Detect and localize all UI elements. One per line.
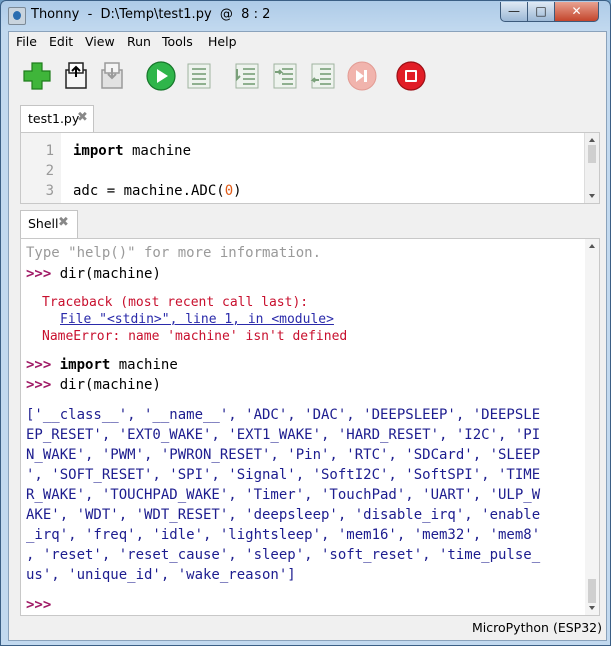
prompt: >>> <box>26 597 52 613</box>
menu-file[interactable]: File <box>16 34 37 49</box>
resume-icon[interactable] <box>346 60 378 92</box>
close-tab-icon[interactable]: ✖ <box>58 215 69 230</box>
menu-tools[interactable]: Tools <box>162 34 193 49</box>
traceback-file-link[interactable]: File "<stdin>", line 1, in <module> <box>60 312 334 327</box>
error-message: NameError: name 'machine' isn't defined <box>42 329 348 344</box>
shell-scrollbar[interactable] <box>585 239 599 615</box>
shell-console[interactable]: Type "help()" for more information. >>> … <box>20 238 600 616</box>
code-editor[interactable]: 1 2 3 import machine adc = machine.ADC(0… <box>20 132 600 204</box>
prompt: >>> <box>26 377 52 393</box>
line-number: 3 <box>45 183 54 199</box>
file-link[interactable]: File "<stdin>", line 1, in <module> <box>60 312 334 327</box>
code-text: ) <box>233 183 242 199</box>
output-line: ', 'SOFT_RESET', 'SPI', 'Signal', 'SoftI… <box>26 467 541 483</box>
command-text: machine <box>110 357 178 373</box>
code-line: adc = machine.ADC(0) <box>73 183 242 199</box>
new-file-icon[interactable] <box>21 60 53 92</box>
close-tab-icon[interactable]: ✖ <box>77 110 88 125</box>
thonny-window: Thonny - D:\Temp\test1.py @ 8 : 2 — □ ✕ … <box>0 0 611 646</box>
shell-tab-label: Shell <box>28 216 59 231</box>
editor-scrollbar[interactable] <box>584 133 599 203</box>
menu-help[interactable]: Help <box>208 34 237 49</box>
step-out-icon[interactable] <box>307 60 339 92</box>
output-line: R_WAKE', 'TOUCHPAD_WAKE', 'Timer', 'Touc… <box>26 487 541 503</box>
menu-view[interactable]: View <box>85 34 115 49</box>
command-text: dir(machine) <box>51 266 161 282</box>
step-over-icon[interactable] <box>231 60 263 92</box>
line-number: 2 <box>45 163 54 179</box>
line-number: 1 <box>45 143 54 159</box>
output-line: EP_RESET', 'EXT0_WAKE', 'EXT1_WAKE', 'HA… <box>26 427 541 443</box>
open-file-icon[interactable] <box>59 60 91 92</box>
window-title: Thonny - D:\Temp\test1.py @ 8 : 2 <box>31 7 271 22</box>
save-file-icon[interactable] <box>95 60 127 92</box>
shell-input-line[interactable]: >>> <box>26 597 51 613</box>
title-bar[interactable]: Thonny - D:\Temp\test1.py @ 8 : 2 — □ ✕ <box>1 1 610 31</box>
minimize-button[interactable]: — <box>500 2 528 22</box>
run-icon[interactable] <box>145 60 177 92</box>
keyword: import <box>59 357 111 373</box>
code-text: machine <box>123 143 192 159</box>
output-line: us', 'unique_id', 'wake_reason'] <box>26 567 296 583</box>
shell-line: >>> dir(machine) <box>26 377 161 393</box>
editor-tab-label: test1.py <box>28 111 80 126</box>
code-line: import machine <box>73 143 191 159</box>
line-number-gutter: 1 2 3 <box>21 133 61 203</box>
maximize-button[interactable]: □ <box>527 2 555 22</box>
output-line: _irq', 'freq', 'idle', 'lightsleep', 'me… <box>26 527 541 543</box>
shell-tab[interactable]: Shell ✖ <box>20 210 78 239</box>
output-line: AKE', 'WDT', 'WDT_RESET', 'deepsleep', '… <box>26 507 541 523</box>
output-line: , 'reset', 'reset_cause', 'sleep', 'soft… <box>26 547 541 563</box>
scroll-arrows-icon <box>588 138 596 198</box>
command-text: dir(machine) <box>51 377 161 393</box>
code-text: adc = machine.ADC( <box>73 183 225 199</box>
toolbar <box>9 54 606 98</box>
thonny-app-icon <box>8 7 26 25</box>
prompt: >>> <box>26 266 52 282</box>
shell-line: >>> dir(machine) <box>26 266 161 282</box>
stop-icon[interactable] <box>395 60 427 92</box>
prompt: >>> <box>26 357 52 373</box>
menu-run[interactable]: Run <box>127 34 151 49</box>
shell-line: >>> import machine <box>26 357 178 373</box>
keyword: import <box>73 143 124 159</box>
help-text: Type "help()" for more information. <box>26 245 322 261</box>
menu-bar: File Edit View Run Tools Help <box>9 32 606 52</box>
interpreter-status[interactable]: MicroPython (ESP32) <box>472 620 602 635</box>
editor-tab[interactable]: test1.py ✖ <box>20 105 94 132</box>
number-literal: 0 <box>224 183 234 199</box>
step-into-icon[interactable] <box>269 60 301 92</box>
close-button[interactable]: ✕ <box>554 2 599 22</box>
traceback-line: Traceback (most recent call last): <box>42 295 309 310</box>
debug-icon[interactable] <box>183 60 215 92</box>
client-area: File Edit View Run Tools Help test1.py ✖… <box>8 31 607 641</box>
menu-edit[interactable]: Edit <box>49 34 73 49</box>
output-line: N_WAKE', 'PWM', 'PWRON_RESET', 'Pin', 'R… <box>26 447 541 463</box>
output-line: ['__class__', '__name__', 'ADC', 'DAC', … <box>26 407 541 423</box>
scroll-arrows-icon <box>588 244 596 610</box>
